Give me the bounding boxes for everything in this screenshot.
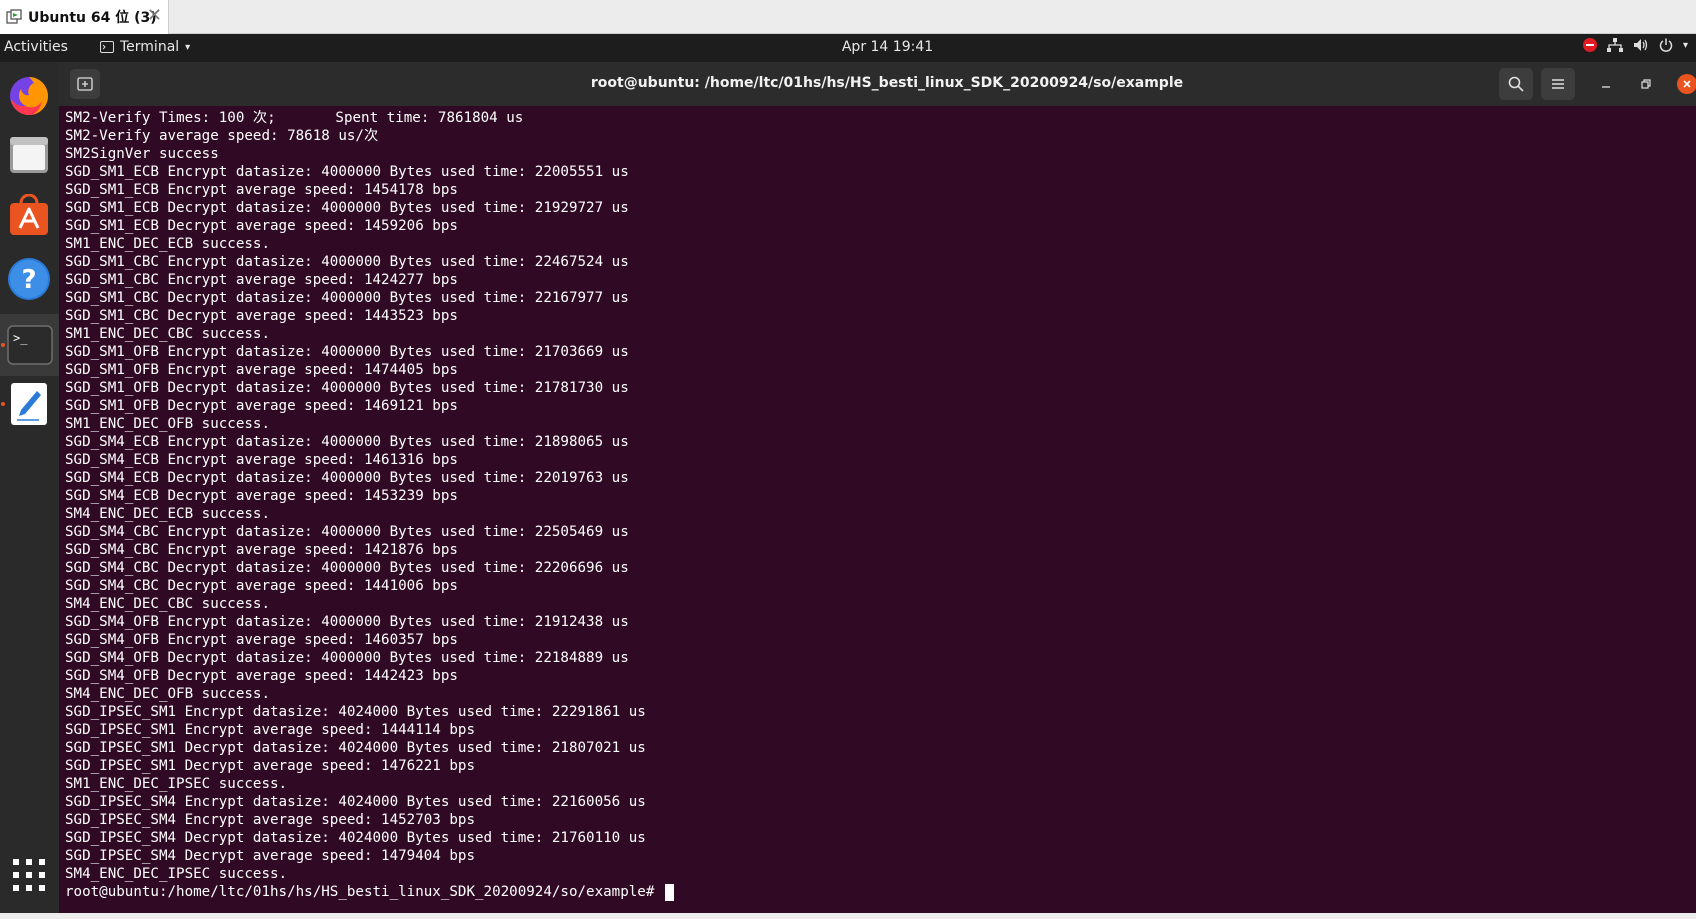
dock-terminal[interactable]: >_: [0, 314, 59, 376]
terminal-line: SGD_SM4_OFB Decrypt datasize: 4000000 By…: [65, 650, 629, 666]
terminal-output[interactable]: SM2-Verify Times: 100 次; Spent time: 786…: [59, 106, 1696, 913]
terminal-line: SGD_IPSEC_SM4 Encrypt average speed: 145…: [65, 812, 475, 828]
close-button[interactable]: [1677, 74, 1696, 94]
terminal-line: SGD_SM4_CBC Encrypt average speed: 14218…: [65, 542, 458, 558]
vm-tab-label: Ubuntu 64 位 (3): [28, 10, 157, 26]
restore-icon: [1641, 79, 1651, 89]
terminal-icon: >_: [6, 325, 53, 365]
dock-text-editor[interactable]: [6, 381, 52, 427]
search-icon: [1508, 76, 1524, 92]
clock[interactable]: Apr 14 19:41: [0, 39, 1696, 55]
terminal-line: SGD_SM4_CBC Decrypt datasize: 4000000 By…: [65, 560, 629, 576]
dock-software[interactable]: [6, 193, 52, 239]
terminal-line: SM1_ENC_DEC_CBC success.: [65, 326, 270, 342]
terminal-line: SM4_ENC_DEC_OFB success.: [65, 686, 270, 702]
dock-firefox[interactable]: [6, 72, 52, 118]
terminal-line: SGD_IPSEC_SM4 Encrypt datasize: 4024000 …: [65, 794, 646, 810]
vm-icon: [6, 9, 22, 24]
terminal-line: SM4_ENC_DEC_ECB success.: [65, 506, 270, 522]
terminal-line: SGD_SM4_ECB Decrypt datasize: 4000000 By…: [65, 470, 629, 486]
text-cursor: [664, 883, 674, 901]
terminal-line: SGD_SM1_OFB Decrypt average speed: 14691…: [65, 398, 458, 414]
terminal-line: SGD_SM4_ECB Decrypt average speed: 14532…: [65, 488, 458, 504]
terminal-line: SGD_SM4_ECB Encrypt average speed: 14613…: [65, 452, 458, 468]
vm-tab[interactable]: Ubuntu 64 位 (3) ✕: [0, 0, 169, 34]
menu-button[interactable]: [1541, 68, 1575, 100]
terminal-line: SGD_SM4_ECB Encrypt datasize: 4000000 By…: [65, 434, 629, 450]
chevron-down-icon[interactable]: ▾: [1683, 40, 1688, 51]
terminal-line: SGD_IPSEC_SM4 Decrypt datasize: 4024000 …: [65, 830, 646, 846]
terminal-line: SGD_SM1_CBC Encrypt datasize: 4000000 By…: [65, 254, 629, 270]
terminal-line: SGD_SM4_OFB Encrypt datasize: 4000000 By…: [65, 614, 629, 630]
terminal-line: SGD_SM1_ECB Encrypt average speed: 14541…: [65, 182, 458, 198]
text-editor-icon: [11, 383, 47, 425]
gnome-top-bar: Activities Terminal ▾ Apr 14 19:41 ▾: [0, 34, 1696, 62]
minimize-button[interactable]: [1594, 72, 1618, 96]
terminal-line: SGD_IPSEC_SM1 Decrypt average speed: 147…: [65, 758, 475, 774]
do-not-disturb-icon[interactable]: [1582, 38, 1597, 52]
terminal-line: SGD_SM4_OFB Encrypt average speed: 14603…: [65, 632, 458, 648]
terminal-line: SGD_SM4_OFB Decrypt average speed: 14424…: [65, 668, 458, 684]
terminal-line: SM1_ENC_DEC_ECB success.: [65, 236, 270, 252]
terminal-line: SGD_IPSEC_SM4 Decrypt average speed: 147…: [65, 848, 475, 864]
minimize-icon: [1602, 86, 1610, 88]
terminal-line: SGD_SM1_OFB Decrypt datasize: 4000000 By…: [65, 380, 629, 396]
dock-help[interactable]: ?: [6, 256, 52, 302]
window-title: root@ubuntu: /home/ltc/01hs/hs/HS_besti_…: [590, 75, 1184, 91]
help-glyph: ?: [21, 265, 36, 295]
terminal-line: SM1_ENC_DEC_IPSEC success.: [65, 776, 288, 792]
terminal-line: SGD_SM1_OFB Encrypt datasize: 4000000 By…: [65, 344, 629, 360]
terminal-lines: SM2-Verify Times: 100 次; Spent time: 786…: [65, 109, 674, 901]
terminal-line: SM1_ENC_DEC_OFB success.: [65, 416, 270, 432]
system-tray[interactable]: ▾: [1582, 38, 1688, 52]
software-center-icon: [10, 194, 48, 235]
terminal-line: SGD_IPSEC_SM1 Decrypt datasize: 4024000 …: [65, 740, 646, 756]
terminal-line: SGD_SM1_ECB Decrypt datasize: 4000000 By…: [65, 200, 629, 216]
terminal-line: SGD_SM1_OFB Encrypt average speed: 14744…: [65, 362, 458, 378]
terminal-headerbar: root@ubuntu: /home/ltc/01hs/hs/HS_besti_…: [59, 62, 1696, 106]
volume-icon[interactable]: [1633, 38, 1649, 52]
dock: ? >_: [0, 62, 59, 919]
search-button[interactable]: [1499, 68, 1533, 100]
terminal-line: SGD_SM1_ECB Encrypt datasize: 4000000 By…: [65, 164, 629, 180]
terminal-line: SGD_SM4_CBC Decrypt average speed: 14410…: [65, 578, 458, 594]
vm-tab-strip: Ubuntu 64 位 (3) ✕: [0, 0, 1696, 34]
help-icon: ?: [8, 258, 50, 300]
maximize-button[interactable]: [1634, 72, 1658, 96]
network-icon[interactable]: [1606, 38, 1623, 52]
dock-files[interactable]: [6, 131, 52, 177]
terminal-line: SM4_ENC_DEC_IPSEC success.: [65, 866, 288, 882]
close-icon: [1683, 80, 1691, 88]
prompt-line[interactable]: root@ubuntu:/home/ltc/01hs/hs/HS_besti_l…: [65, 883, 674, 901]
power-icon[interactable]: [1659, 38, 1673, 52]
terminal-line: SM2-Verify Times: 100 次; Spent time: 786…: [65, 110, 524, 126]
terminal-glyph: >_: [13, 331, 28, 345]
terminal-line: SM2-Verify average speed: 78618 us/次: [65, 128, 379, 144]
shell-prompt: root@ubuntu:/home/ltc/01hs/hs/HS_besti_l…: [65, 884, 663, 900]
running-indicator: [1, 402, 5, 406]
hamburger-menu-icon: [1552, 79, 1564, 89]
terminal-line: SM4_ENC_DEC_CBC success.: [65, 596, 270, 612]
terminal-line: SGD_SM4_CBC Encrypt datasize: 4000000 By…: [65, 524, 629, 540]
close-icon[interactable]: ✕: [147, 6, 162, 26]
terminal-line: SGD_SM1_CBC Decrypt datasize: 4000000 By…: [65, 290, 629, 306]
terminal-line: SM2SignVer success: [65, 146, 219, 162]
terminal-line: SGD_IPSEC_SM1 Encrypt average speed: 144…: [65, 722, 475, 738]
vm-bottom-strip: [0, 913, 1696, 919]
terminal-line: SGD_SM1_CBC Decrypt average speed: 14435…: [65, 308, 458, 324]
dock-show-apps[interactable]: [6, 852, 52, 898]
firefox-icon: [10, 77, 48, 115]
terminal-line: SGD_SM1_CBC Encrypt average speed: 14242…: [65, 272, 458, 288]
terminal-line: SGD_IPSEC_SM1 Encrypt datasize: 4024000 …: [65, 704, 646, 720]
show-apps-icon: [13, 859, 45, 891]
terminal-line: SGD_SM1_ECB Decrypt average speed: 14592…: [65, 218, 458, 234]
running-indicator: [1, 343, 5, 347]
files-icon: [10, 137, 48, 173]
